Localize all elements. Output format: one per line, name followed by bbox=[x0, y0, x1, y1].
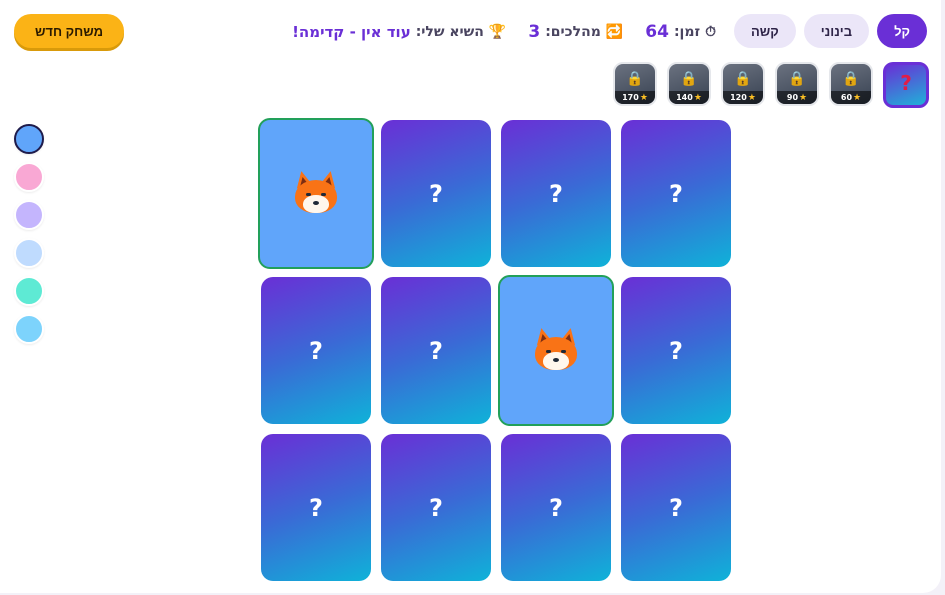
theme-cost: ★ 120 bbox=[723, 91, 763, 104]
theme-90-button[interactable]: 🔒 ★ 90 bbox=[775, 62, 819, 106]
theme-cost: ★ 90 bbox=[777, 91, 817, 104]
star-icon: ★ bbox=[853, 92, 862, 103]
theme-60-button[interactable]: 🔒 ★ 60 bbox=[829, 62, 873, 106]
theme-cost: ★ 140 bbox=[669, 91, 709, 104]
fox-icon bbox=[532, 326, 580, 374]
game-app: משחק חדש ⏱ זמן: 64 🔁 מהלכים: 3 🏆 השיא של… bbox=[0, 0, 941, 593]
theme-cost: ★ 60 bbox=[831, 91, 871, 104]
theme-170-button[interactable]: 🔒 ★ 170 bbox=[613, 62, 657, 106]
trophy-icon: 🏆 bbox=[488, 24, 507, 40]
memory-card-revealed[interactable] bbox=[258, 118, 374, 269]
repeat-icon: 🔁 bbox=[605, 24, 624, 40]
color-swatch[interactable] bbox=[14, 162, 44, 192]
card-question-mark: ? bbox=[309, 493, 323, 522]
card-question-mark: ? bbox=[429, 336, 443, 365]
new-game-button[interactable]: משחק חדש bbox=[14, 14, 124, 48]
memory-card-hidden[interactable]: ? bbox=[621, 120, 731, 267]
lock-icon: 🔒 bbox=[842, 71, 860, 87]
theme-cost: ★ 170 bbox=[615, 91, 655, 104]
card-question-mark: ? bbox=[669, 179, 683, 208]
time-label: זמן: bbox=[673, 24, 701, 40]
difficulty-selector: קל בינוני קשה bbox=[733, 14, 927, 48]
best-stat: 🏆 השיא שלי: עוד אין - קדימה! bbox=[292, 23, 506, 41]
star-icon: ★ bbox=[747, 92, 756, 103]
difficulty-hard-button[interactable]: קשה bbox=[733, 14, 796, 48]
theme-cost-value: 90 bbox=[786, 93, 799, 102]
card-question-mark: ? bbox=[429, 179, 443, 208]
star-icon: ★ bbox=[799, 92, 808, 103]
memory-card-hidden[interactable]: ? bbox=[261, 434, 371, 581]
question-mark-icon: ? bbox=[900, 71, 912, 95]
color-swatch[interactable] bbox=[14, 314, 44, 344]
card-board: ?????????? bbox=[258, 118, 731, 581]
moves-label: מהלכים: bbox=[545, 24, 601, 40]
memory-card-revealed[interactable] bbox=[498, 275, 614, 426]
color-swatch[interactable] bbox=[14, 238, 44, 268]
stats-bar: ⏱ זמן: 64 🔁 מהלכים: 3 🏆 השיא שלי: עוד אי… bbox=[292, 18, 716, 46]
card-question-mark: ? bbox=[429, 493, 443, 522]
lock-icon: 🔒 bbox=[680, 71, 698, 87]
memory-card-hidden[interactable]: ? bbox=[501, 120, 611, 267]
card-question-mark: ? bbox=[309, 336, 323, 365]
moves-stat: 🔁 מהלכים: 3 bbox=[528, 22, 623, 42]
star-icon: ★ bbox=[639, 92, 648, 103]
theme-mystery-button[interactable]: ? bbox=[883, 62, 929, 108]
card-question-mark: ? bbox=[549, 179, 563, 208]
memory-card-hidden[interactable]: ? bbox=[381, 277, 491, 424]
memory-card-hidden[interactable]: ? bbox=[621, 277, 731, 424]
memory-card-hidden[interactable]: ? bbox=[381, 434, 491, 581]
color-swatch[interactable] bbox=[14, 276, 44, 306]
fox-icon bbox=[292, 169, 340, 217]
lock-icon: 🔒 bbox=[788, 71, 806, 87]
moves-value: 3 bbox=[528, 22, 541, 42]
lock-icon: 🔒 bbox=[734, 71, 752, 87]
theme-cost-value: 140 bbox=[676, 93, 693, 102]
card-question-mark: ? bbox=[669, 336, 683, 365]
memory-card-hidden[interactable]: ? bbox=[381, 120, 491, 267]
time-stat: ⏱ זמן: 64 bbox=[645, 22, 716, 42]
theme-cost-value: 120 bbox=[730, 93, 747, 102]
color-swatch[interactable] bbox=[14, 124, 44, 154]
theme-140-button[interactable]: 🔒 ★ 140 bbox=[667, 62, 711, 106]
card-question-mark: ? bbox=[669, 493, 683, 522]
difficulty-easy-button[interactable]: קל bbox=[877, 14, 927, 48]
lock-icon: 🔒 bbox=[626, 71, 644, 87]
difficulty-medium-button[interactable]: בינוני bbox=[803, 14, 870, 48]
star-icon: ★ bbox=[693, 92, 702, 103]
card-question-mark: ? bbox=[549, 493, 563, 522]
theme-120-button[interactable]: 🔒 ★ 120 bbox=[721, 62, 765, 106]
memory-card-hidden[interactable]: ? bbox=[621, 434, 731, 581]
theme-selector: ? 🔒 ★ 60 🔒 ★ 90 🔒 ★ 120 🔒 ★ 140 🔒 ★ 170 bbox=[613, 62, 929, 108]
memory-card-hidden[interactable]: ? bbox=[501, 434, 611, 581]
color-swatch[interactable] bbox=[14, 200, 44, 230]
color-swatch-list bbox=[14, 124, 44, 344]
stopwatch-icon: ⏱ bbox=[705, 24, 716, 40]
best-label: השיא שלי: bbox=[415, 24, 484, 40]
time-value: 64 bbox=[645, 22, 669, 42]
theme-cost-value: 60 bbox=[840, 93, 853, 102]
best-value: עוד אין - קדימה! bbox=[292, 23, 411, 41]
theme-cost-value: 170 bbox=[622, 93, 639, 102]
memory-card-hidden[interactable]: ? bbox=[261, 277, 371, 424]
